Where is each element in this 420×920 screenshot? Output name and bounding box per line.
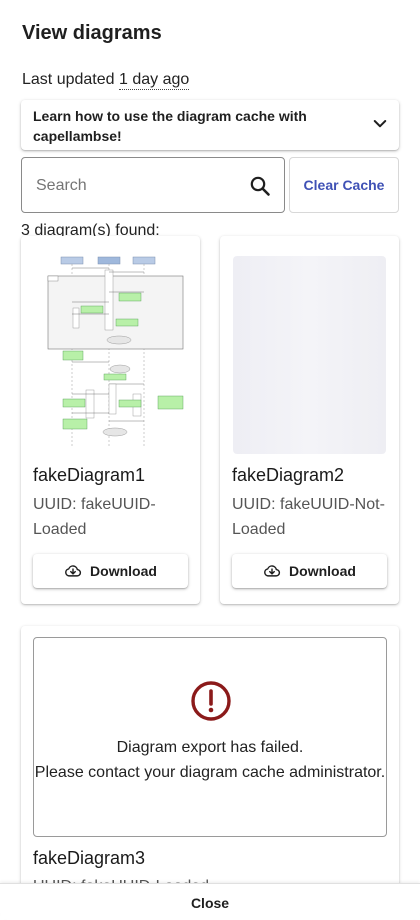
clear-cache-button[interactable]: Clear Cache [289, 157, 399, 213]
diagram-card[interactable]: fakeDiagram1 UUID: fakeUUID-Loaded Downl… [21, 236, 200, 604]
diagram-name: fakeDiagram1 [33, 465, 146, 485]
diagram-error-panel: Diagram export has failed. Please contac… [33, 637, 387, 837]
diagram-name: fakeDiagram2 [232, 465, 345, 485]
diagram-card[interactable]: Diagram export has failed. Please contac… [21, 626, 399, 920]
download-label: Download [90, 563, 157, 579]
search-field[interactable] [21, 157, 285, 213]
cloud-download-icon [65, 565, 82, 577]
last-updated: Last updated 1 day ago [22, 71, 190, 90]
close-button[interactable]: Close [0, 884, 420, 920]
help-expander-title: Learn how to use the diagram cache with … [33, 108, 307, 144]
download-button[interactable]: Download [33, 554, 188, 588]
help-expander[interactable]: Learn how to use the diagram cache with … [21, 100, 399, 150]
diagram-preview-image[interactable] [33, 256, 187, 454]
chevron-down-icon [373, 120, 387, 128]
search-icon[interactable] [248, 174, 272, 198]
cloud-download-icon [264, 565, 281, 577]
dialog-title: View diagrams [22, 22, 162, 44]
dialog-footer: Close [0, 883, 420, 920]
diagram-uuid: UUID: fakeUUID-Not-Loaded [232, 496, 385, 538]
last-updated-label: Last updated [22, 71, 115, 88]
download-button[interactable]: Download [232, 554, 387, 588]
view-diagrams-dialog: View diagrams Last updated 1 day ago Lea… [0, 0, 420, 920]
diagram-loading-placeholder [233, 256, 386, 454]
diagram-card[interactable]: fakeDiagram2 UUID: fakeUUID-Not-Loaded D… [220, 236, 399, 604]
diagram-uuid: UUID: fakeUUID-Loaded [33, 496, 156, 538]
download-label: Download [289, 563, 356, 579]
error-message-detail: Please contact your diagram cache admini… [34, 764, 386, 781]
error-circle-icon [191, 681, 231, 721]
diagram-name: fakeDiagram3 [33, 848, 146, 868]
search-input[interactable] [36, 174, 236, 198]
error-message-title: Diagram export has failed. [116, 739, 304, 756]
last-updated-value[interactable]: 1 day ago [118, 71, 190, 90]
